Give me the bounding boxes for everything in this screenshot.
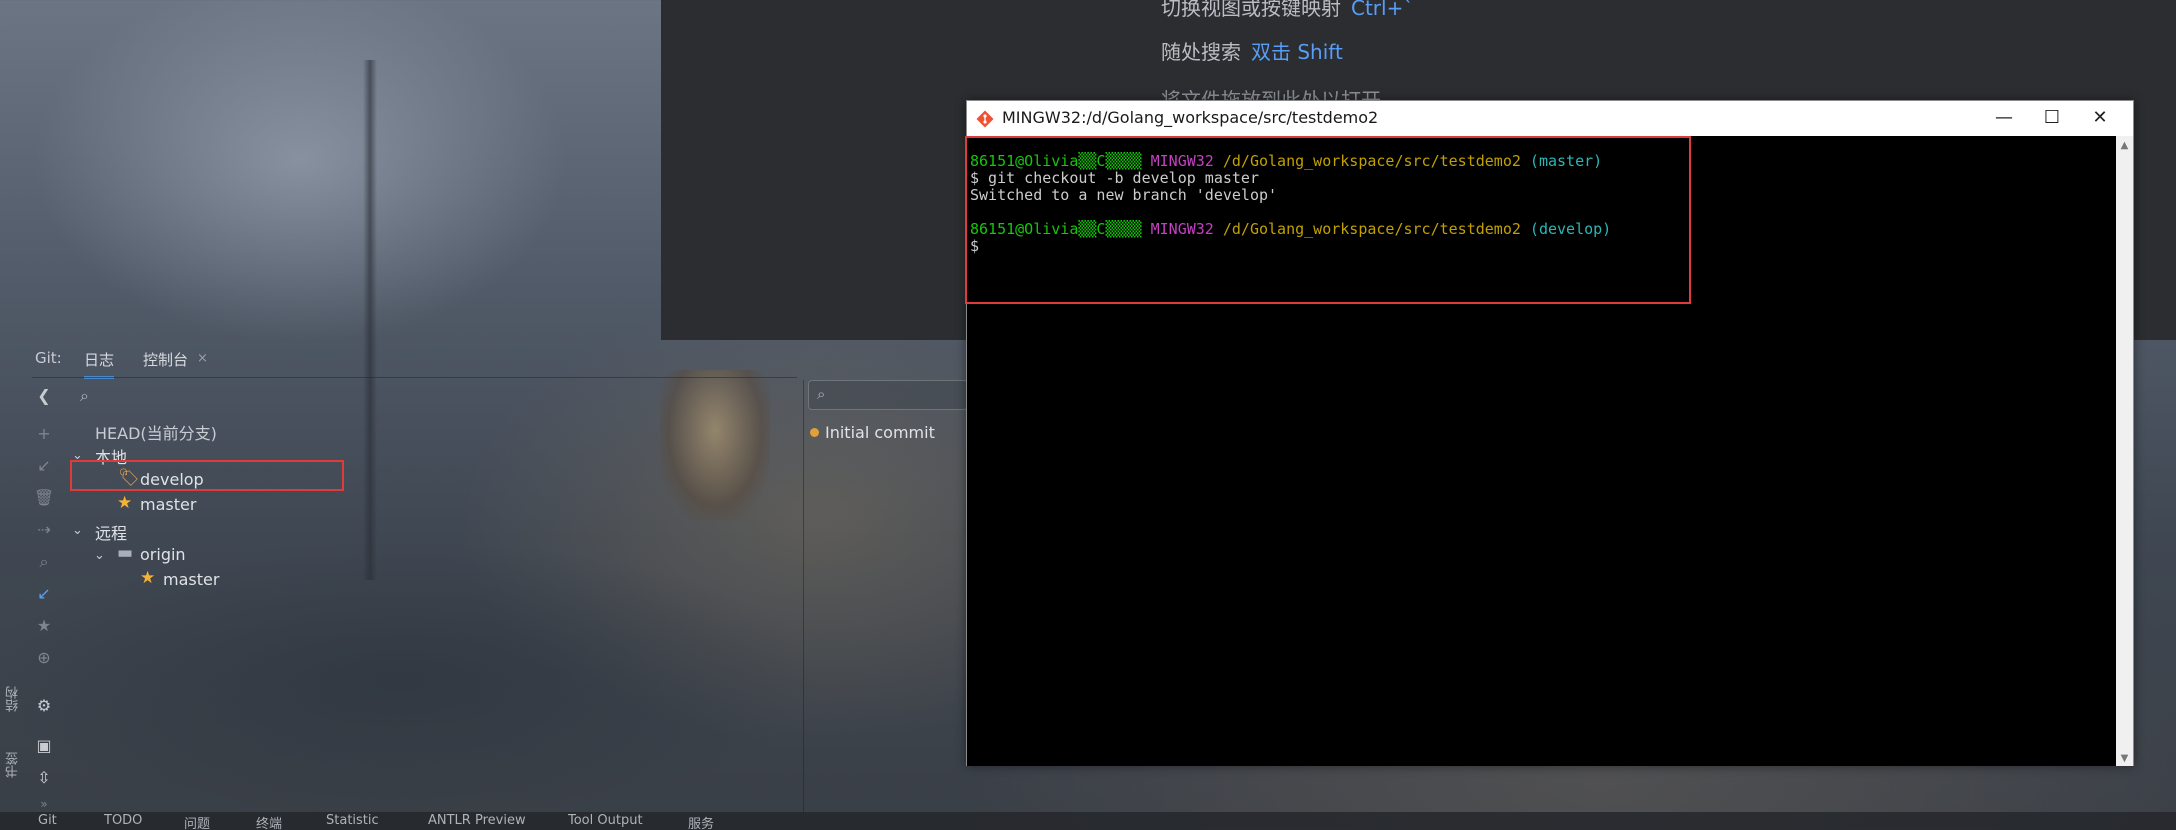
terminal-scrollbar[interactable]: ▲ ▼ xyxy=(2116,136,2133,766)
maximize-button[interactable]: ☐ xyxy=(2029,104,2075,132)
collapse-left-icon[interactable]: ❮ xyxy=(32,384,56,408)
hint-text: 随处搜索 xyxy=(1161,40,1241,64)
branch-origin-master[interactable]: master xyxy=(163,570,219,589)
statusbar-antlr[interactable]: ANTLR Preview xyxy=(428,813,526,828)
close-icon[interactable]: × xyxy=(197,351,208,366)
status-bar: Git TODO 问题 终端 Statistic ANTLR Preview T… xyxy=(0,812,2176,830)
git-tool-window-header: Git: 日志 控制台 × xyxy=(0,343,661,379)
git-logo-icon xyxy=(976,110,994,128)
statusbar-git[interactable]: Git xyxy=(38,813,57,828)
favorite-icon[interactable]: ★ xyxy=(32,614,56,638)
tree-head[interactable]: HEAD(当前分支) xyxy=(95,420,217,444)
header-divider xyxy=(32,377,797,378)
background-hill xyxy=(0,480,1100,830)
fetch-icon[interactable]: ⊕ xyxy=(32,646,56,670)
search-icon[interactable]: ⌕ xyxy=(80,386,89,406)
hint-search-everywhere: 随处搜索 双击 Shift xyxy=(1161,36,1343,65)
tab-console[interactable]: 控制台 xyxy=(143,349,188,370)
close-button[interactable]: ✕ xyxy=(2077,104,2123,132)
bookmarks-side-tab[interactable]: 书签 xyxy=(4,752,23,778)
highlight-box xyxy=(70,460,344,491)
hint-shortcut: Ctrl+` xyxy=(1351,0,1414,20)
statusbar-tool-output[interactable]: Tool Output xyxy=(568,813,643,828)
expand-icon[interactable]: ⇳ xyxy=(32,766,56,790)
statusbar-statistic[interactable]: Statistic xyxy=(326,813,379,828)
tree-remote-group[interactable]: 远程 xyxy=(95,520,127,544)
branch-master-local[interactable]: master xyxy=(140,495,196,514)
chevron-down-icon[interactable]: ⌄ xyxy=(94,548,105,563)
scroll-down-icon[interactable]: ▼ xyxy=(2116,753,2133,764)
star-icon: ★ xyxy=(140,568,156,588)
hint-switch-view: 切换视图或按键映射 Ctrl+` xyxy=(1161,0,1413,21)
background-plant xyxy=(300,60,440,580)
window-title: MINGW32:/d/Golang_workspace/src/testdemo… xyxy=(1002,108,1379,127)
hint-shortcut: 双击 Shift xyxy=(1251,40,1343,64)
delete-icon[interactable]: 🗑 xyxy=(32,486,56,510)
chevron-down-icon[interactable]: ⌄ xyxy=(72,523,83,538)
gear-icon[interactable]: ⚙ xyxy=(32,694,56,718)
statusbar-terminal[interactable]: 终端 xyxy=(256,813,282,830)
minimize-button[interactable]: — xyxy=(1981,104,2027,132)
search-icon: ⌕ xyxy=(817,385,826,403)
hint-text: 切换视图或按键映射 xyxy=(1161,0,1341,20)
remote-origin[interactable]: origin xyxy=(140,545,186,564)
merge-icon[interactable]: ⇢ xyxy=(32,518,56,542)
terminal-titlebar[interactable]: MINGW32:/d/Golang_workspace/src/testdemo… xyxy=(967,101,2133,136)
folder-icon: ▬ xyxy=(117,543,134,563)
highlight-box xyxy=(965,136,1691,304)
git-prefix-label: Git: xyxy=(35,349,62,367)
background-lantern xyxy=(660,370,770,520)
commit-dot xyxy=(810,428,819,437)
scroll-up-icon[interactable]: ▲ xyxy=(2116,140,2133,151)
statusbar-problems[interactable]: 问题 xyxy=(184,813,210,830)
branches-icon[interactable]: ▣ xyxy=(32,734,56,758)
tab-log[interactable]: 日志 xyxy=(84,349,115,379)
search-icon[interactable]: ⌕ xyxy=(32,550,56,574)
update-icon[interactable]: ↙ xyxy=(32,582,56,606)
structure-side-tab[interactable]: 结构 xyxy=(4,686,23,712)
log-search-input[interactable]: ⌕ xyxy=(808,380,968,410)
tree-log-divider xyxy=(803,380,804,815)
statusbar-services[interactable]: 服务 xyxy=(688,813,714,830)
commit-message: Initial commit xyxy=(825,423,935,442)
statusbar-todo[interactable]: TODO xyxy=(104,813,142,828)
commit-row[interactable]: Initial commit xyxy=(810,423,935,442)
star-icon: ★ xyxy=(117,493,133,513)
add-icon[interactable]: + xyxy=(32,422,56,446)
checkout-icon[interactable]: ↙ xyxy=(32,454,56,478)
